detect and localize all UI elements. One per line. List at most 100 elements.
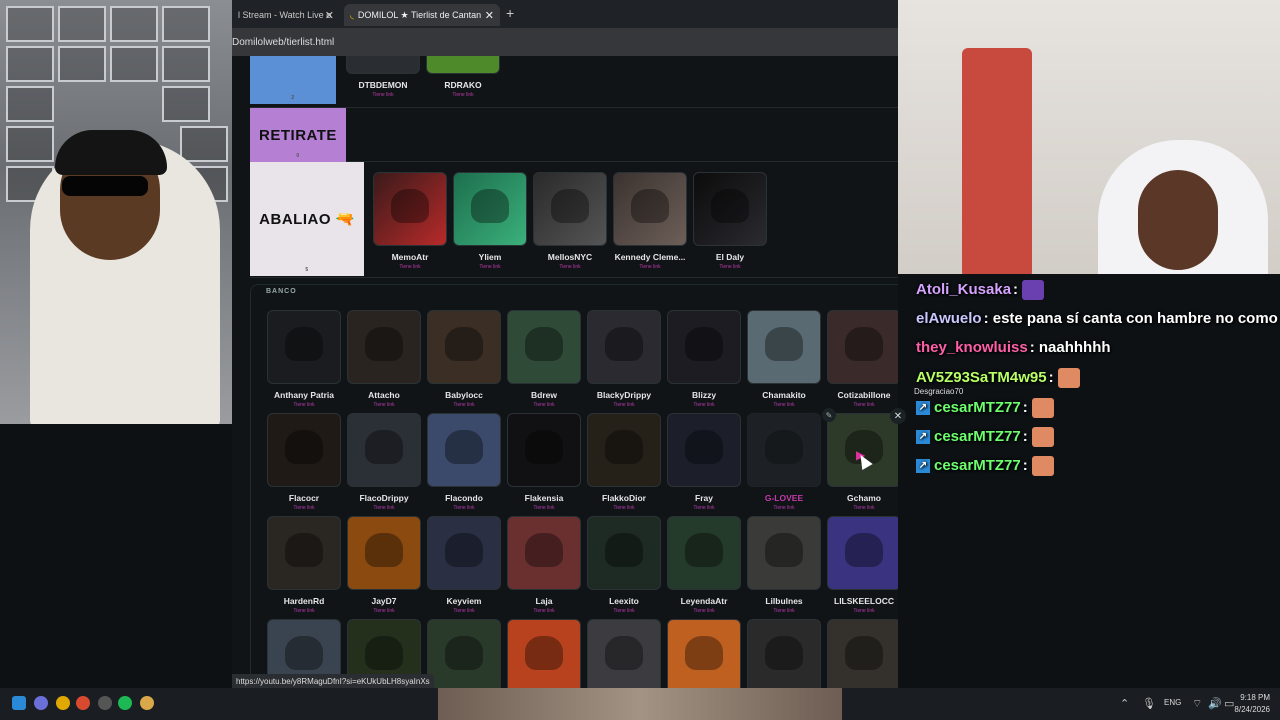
artist-card[interactable]: Anthany Patria Tiene link [267,310,341,408]
chat-username[interactable]: cesarMTZ77 [934,399,1021,416]
artist-link[interactable]: Tiene link [426,92,500,98]
artist-link[interactable]: Tiene link [587,505,661,511]
artist-link[interactable]: Tiene link [373,264,447,270]
chrome-icon[interactable] [56,696,70,710]
artist-card[interactable]: Kennedy Cleme... Tiene link [613,172,687,270]
tab-stream[interactable]: l Stream - Watch Live o ✕ [232,4,340,26]
artist-photo [507,413,581,487]
artist-card[interactable]: RDRAKO Tiene link [426,56,500,98]
artist-card[interactable]: Cotizabillone Tiene link [827,310,898,408]
artist-link[interactable]: Tiene link [427,608,501,614]
tab-tierlist[interactable]: ◟ DOMILOL ★ Tierlist de Cantan ✕ [344,4,500,26]
artist-link[interactable]: Tiene link [347,402,421,408]
artist-card[interactable]: Leexito Tiene link [587,516,661,614]
chevron-up-icon[interactable]: ⌃ [1120,697,1129,710]
artist-card[interactable]: Yliem Tiene link [453,172,527,270]
artist-card[interactable]: DTBDEMON Tiene link [346,56,420,98]
edit-icon[interactable]: ✎ [822,408,836,422]
artist-link[interactable]: Tiene link [613,264,687,270]
artist-card[interactable]: Keyviem Tiene link [427,516,501,614]
artist-link[interactable]: Tiene link [267,608,341,614]
artist-card[interactable]: Flacondo Tiene link [427,413,501,511]
artist-card[interactable]: G-LOVEE Tiene link [747,413,821,511]
volume-icon[interactable]: 🔊 [1208,697,1222,710]
artist-link[interactable]: Tiene link [667,402,741,408]
artist-card[interactable]: Flacocr Tiene link [267,413,341,511]
artist-link[interactable]: Tiene link [827,608,898,614]
artist-link[interactable]: Tiene link [747,505,821,511]
microphone-icon[interactable]: 🎙 [1142,697,1156,710]
wifi-icon[interactable]: ⌔ [1192,697,1202,711]
chat-username[interactable]: cesarMTZ77 [934,457,1021,474]
artist-card[interactable]: JayD7 Tiene link [347,516,421,614]
artist-link[interactable]: Tiene link [346,92,420,98]
artist-link[interactable]: Tiene link [267,505,341,511]
app-icon[interactable] [98,696,112,710]
artist-card[interactable]: MellosNYC Tiene link [533,172,607,270]
chat-username[interactable]: cesarMTZ77 [934,428,1021,445]
artist-card[interactable]: LeyendaAtr Tiene link [667,516,741,614]
artist-link[interactable]: Tiene link [427,505,501,511]
chat-username[interactable]: AV5Z93SaTM4w95 [916,369,1047,386]
close-icon[interactable]: ✕ [325,9,334,22]
address-bar[interactable]: Domilolweb/tierlist.html [232,28,898,56]
windows-start-icon[interactable] [12,696,26,710]
artist-link[interactable]: Tiene link [347,505,421,511]
clock[interactable]: 9:18 PM 8/24/2026 [1234,692,1270,716]
artist-link[interactable]: Tiene link [507,402,581,408]
artist-card[interactable]: FlakkoDior Tiene link [587,413,661,511]
artist-link[interactable]: Tiene link [427,402,501,408]
artist-card[interactable] [427,619,501,688]
artist-card[interactable] [747,619,821,688]
artist-link[interactable]: Tiene link [827,402,898,408]
artist-card[interactable]: El Daly Tiene link [693,172,767,270]
artist-link[interactable]: Tiene link [453,264,527,270]
artist-card[interactable]: Flakensia Tiene link [507,413,581,511]
artist-link[interactable]: Tiene link [587,402,661,408]
artist-link[interactable]: Tiene link [587,608,661,614]
artist-card[interactable]: Bdrew Tiene link [507,310,581,408]
artist-card[interactable] [587,619,661,688]
artist-link[interactable]: Tiene link [747,402,821,408]
chat-username[interactable]: Atoli_Kusaka [916,281,1011,298]
artist-card[interactable]: Blizzy Tiene link [667,310,741,408]
artist-card[interactable]: Attacho Tiene link [347,310,421,408]
new-tab-icon[interactable]: + [506,5,514,21]
chat-username[interactable]: elAwuelo [916,310,982,327]
artist-link[interactable]: Tiene link [827,505,898,511]
language-indicator[interactable]: ENG [1164,698,1181,707]
artist-link[interactable]: Tiene link [667,608,741,614]
artist-card[interactable] [827,619,898,688]
chat-message: they_knowluiss: naahhhhh [916,339,1111,356]
battery-icon[interactable]: ▭ [1224,697,1234,710]
artist-card[interactable]: Chamakito Tiene link [747,310,821,408]
artist-name: Anthany Patria [274,390,334,400]
artist-link[interactable]: Tiene link [693,264,767,270]
chrome-active-icon[interactable] [76,696,90,710]
artist-link[interactable]: Tiene link [267,402,341,408]
artist-card[interactable]: MemoAtr Tiene link [373,172,447,270]
chat-text: : [1013,280,1019,298]
artist-link[interactable]: Tiene link [747,608,821,614]
artist-card[interactable]: BlackyDrippy Tiene link [587,310,661,408]
artist-link[interactable]: Tiene link [667,505,741,511]
close-icon[interactable]: ✕ [485,9,494,22]
artist-link[interactable]: Tiene link [507,608,581,614]
artist-card[interactable]: FlacoDrippy Tiene link [347,413,421,511]
artist-card[interactable]: LILSKEELOCC Tiene link [827,516,898,614]
artist-card[interactable]: Babylocc Tiene link [427,310,501,408]
chat-username[interactable]: they_knowluiss [916,339,1028,356]
artist-link[interactable]: Tiene link [507,505,581,511]
artist-link[interactable]: Tiene link [347,608,421,614]
artist-link[interactable]: Tiene link [533,264,607,270]
artist-card[interactable]: Fray Tiene link [667,413,741,511]
artist-card[interactable]: HardenRd Tiene link [267,516,341,614]
close-icon[interactable]: ✕ [890,408,906,424]
app-icon[interactable] [140,696,154,710]
spotify-icon[interactable] [118,696,132,710]
artist-card[interactable]: Laja Tiene link [507,516,581,614]
artist-card[interactable]: Lilbulnes Tiene link [747,516,821,614]
artist-card[interactable] [667,619,741,688]
discord-icon[interactable] [34,696,48,710]
artist-card[interactable] [507,619,581,688]
